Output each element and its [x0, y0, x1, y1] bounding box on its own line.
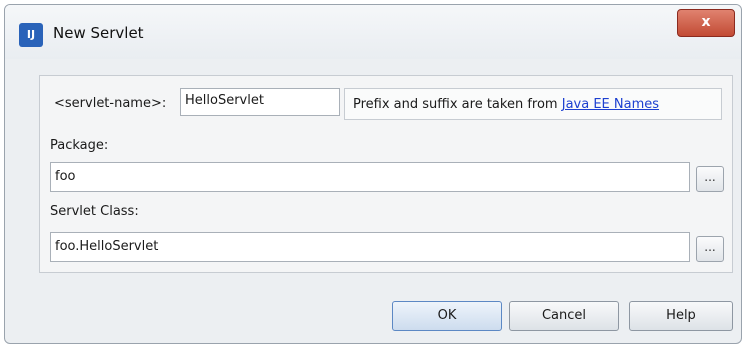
naming-hint: Prefix and suffix are taken from Java EE…: [344, 88, 722, 120]
servlet-class-field[interactable]: foo.HelloServlet: [50, 232, 690, 262]
package-browse-button[interactable]: ...: [696, 166, 724, 192]
ok-button[interactable]: OK: [392, 301, 502, 331]
cancel-button[interactable]: Cancel: [509, 301, 619, 331]
servlet-name-label: <servlet-name>:: [54, 96, 167, 111]
servlet-class-label: Servlet Class:: [50, 204, 139, 219]
close-button[interactable]: x: [677, 9, 735, 37]
package-field[interactable]: foo: [50, 162, 690, 192]
help-button[interactable]: Help: [629, 301, 733, 331]
new-servlet-dialog: IJ New Servlet x <servlet-name>: HelloSe…: [4, 4, 742, 344]
title-bar: IJ New Servlet x: [5, 5, 741, 59]
servlet-class-browse-button[interactable]: ...: [696, 236, 724, 262]
servlet-settings-panel: <servlet-name>: HelloServlet Prefix and …: [39, 75, 733, 273]
intellij-idea-icon: IJ: [19, 23, 43, 47]
servlet-name-field[interactable]: HelloServlet: [180, 88, 340, 116]
naming-hint-text: Prefix and suffix are taken from: [353, 97, 558, 112]
java-ee-names-link[interactable]: Java EE Names: [562, 97, 659, 112]
dialog-title: New Servlet: [53, 24, 144, 42]
package-label: Package:: [50, 138, 109, 153]
